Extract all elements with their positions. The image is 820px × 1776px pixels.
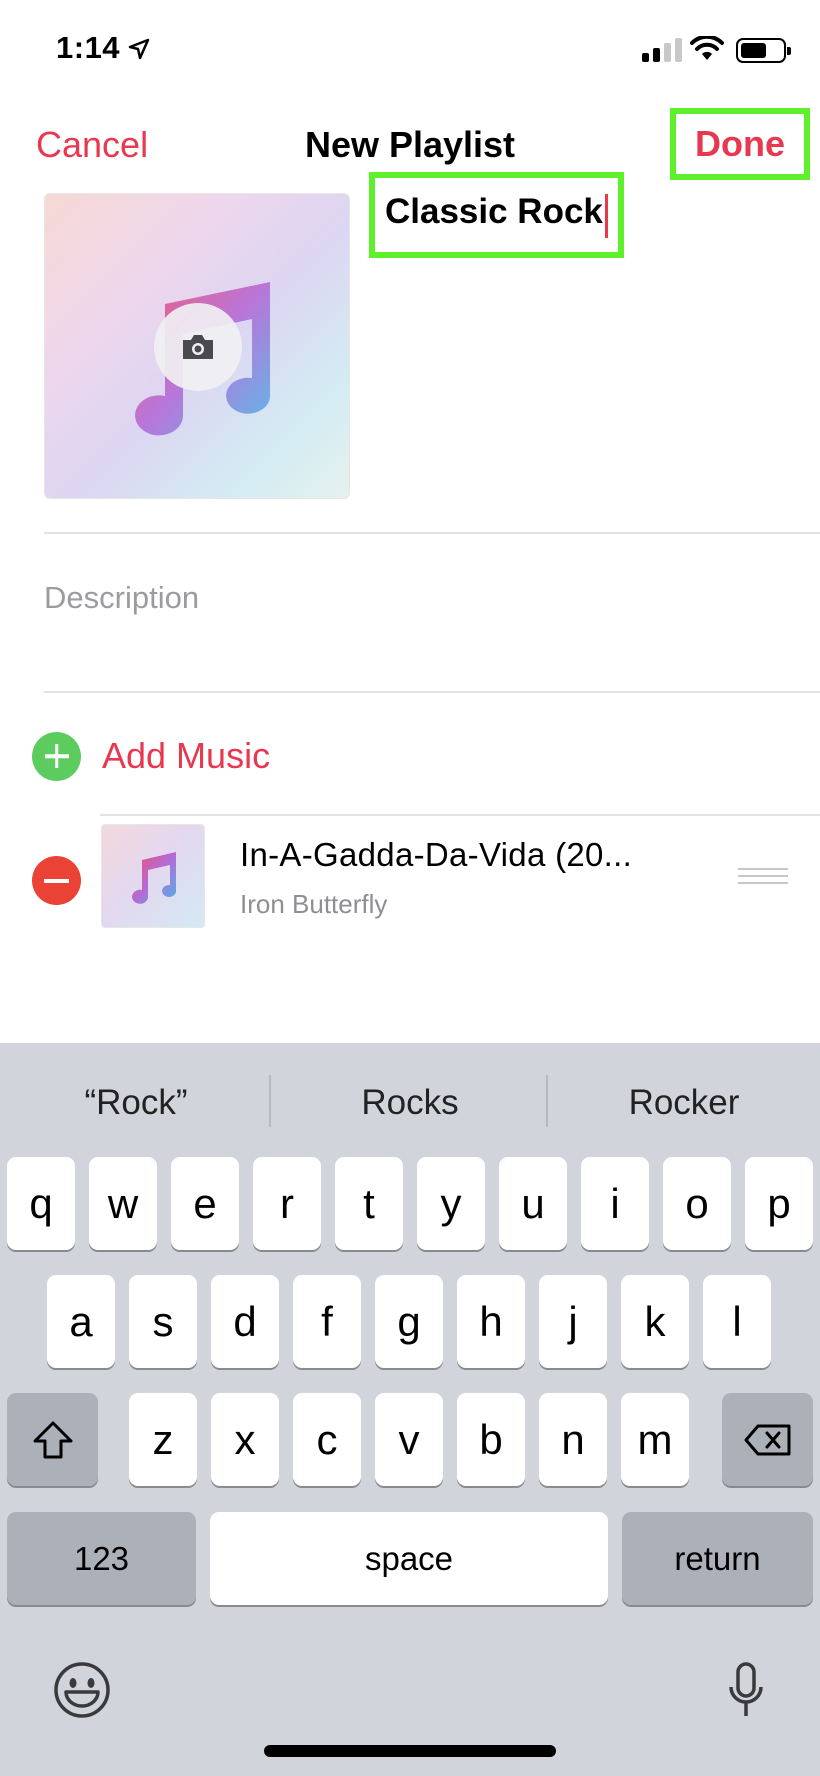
key-w[interactable]: w (89, 1157, 157, 1250)
space-key[interactable]: space (210, 1512, 608, 1605)
done-button[interactable]: Done (670, 108, 810, 180)
divider (269, 1075, 271, 1127)
reorder-handle-icon[interactable] (738, 868, 788, 889)
key-g[interactable]: g (375, 1275, 443, 1368)
suggestion-item[interactable]: Rocks (274, 1083, 546, 1123)
playlist-title-value: Classic Rock (385, 192, 603, 231)
key-q[interactable]: q (7, 1157, 75, 1250)
text-caret (604, 193, 608, 238)
shift-key[interactable] (7, 1393, 98, 1486)
playlist-title-field[interactable]: Classic Rock (369, 172, 624, 258)
numbers-key[interactable]: 123 (7, 1512, 196, 1605)
divider (44, 532, 820, 534)
emoji-icon[interactable] (52, 1660, 112, 1720)
key-s[interactable]: s (129, 1275, 197, 1368)
key-x[interactable]: x (211, 1393, 279, 1486)
key-f[interactable]: f (293, 1275, 361, 1368)
location-arrow-icon (128, 38, 150, 60)
shift-icon (33, 1421, 72, 1458)
key-c[interactable]: c (293, 1393, 361, 1486)
divider (100, 814, 820, 816)
suggestion-item[interactable]: Rocker (548, 1083, 820, 1123)
add-music-button[interactable]: Add Music (32, 731, 270, 781)
key-y[interactable]: y (417, 1157, 485, 1250)
key-m[interactable]: m (621, 1393, 689, 1486)
delete-key[interactable] (722, 1393, 813, 1486)
camera-icon (183, 335, 213, 359)
key-j[interactable]: j (539, 1275, 607, 1368)
key-n[interactable]: n (539, 1393, 607, 1486)
music-note-icon (132, 852, 177, 904)
status-bar: 1:14 (0, 0, 820, 100)
nav-bar: Cancel New Playlist Done (0, 108, 820, 180)
song-artwork (101, 824, 205, 928)
delete-icon (744, 1424, 790, 1455)
home-indicator[interactable] (264, 1745, 556, 1757)
key-k[interactable]: k (621, 1275, 689, 1368)
song-artist: Iron Butterfly (240, 889, 388, 919)
divider (44, 691, 820, 693)
add-icon (32, 731, 81, 781)
song-title: In-A-Gadda-Da-Vida (20... (240, 836, 633, 873)
key-t[interactable]: t (335, 1157, 403, 1250)
suggestion-item[interactable]: “Rock” (0, 1083, 272, 1123)
wifi-icon (690, 36, 724, 60)
add-music-label: Add Music (102, 735, 271, 776)
key-d[interactable]: d (211, 1275, 279, 1368)
return-key[interactable]: return (622, 1512, 813, 1605)
cellular-signal-icon (642, 38, 682, 62)
key-p[interactable]: p (745, 1157, 813, 1250)
key-z[interactable]: z (129, 1393, 197, 1486)
key-a[interactable]: a (47, 1275, 115, 1368)
key-u[interactable]: u (499, 1157, 567, 1250)
key-l[interactable]: l (703, 1275, 771, 1368)
description-field[interactable]: Description (44, 580, 199, 616)
key-i[interactable]: i (581, 1157, 649, 1250)
key-b[interactable]: b (457, 1393, 525, 1486)
playlist-artwork[interactable] (44, 193, 350, 499)
key-o[interactable]: o (663, 1157, 731, 1250)
key-e[interactable]: e (171, 1157, 239, 1250)
remove-song-button[interactable] (32, 856, 81, 905)
key-r[interactable]: r (253, 1157, 321, 1250)
suggestion-bar: “Rock” Rocks Rocker (0, 1043, 820, 1157)
microphone-icon[interactable] (728, 1660, 764, 1720)
key-v[interactable]: v (375, 1393, 443, 1486)
key-h[interactable]: h (457, 1275, 525, 1368)
status-time: 1:14 (56, 30, 121, 65)
battery-icon (736, 38, 791, 63)
change-artwork-button[interactable] (154, 303, 242, 391)
